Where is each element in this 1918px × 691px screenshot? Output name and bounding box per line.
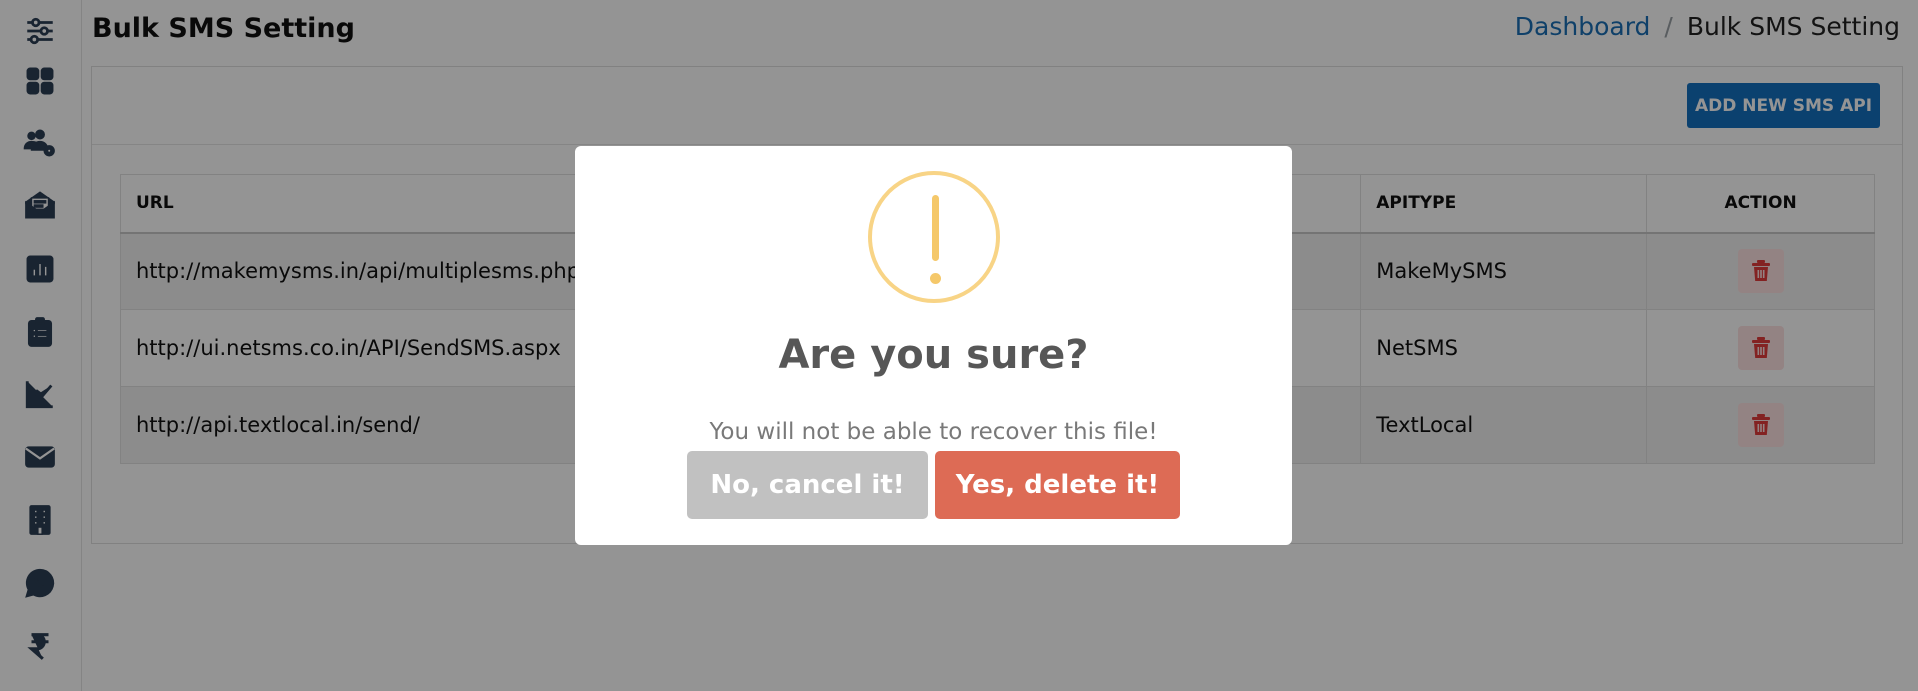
warning-icon-dot	[930, 273, 941, 284]
warning-icon	[868, 171, 1000, 303]
dialog-message: You will not be able to recover this fil…	[709, 419, 1158, 445]
confirm-dialog: Are you sure? You will not be able to re…	[575, 146, 1292, 545]
confirm-delete-button[interactable]: Yes, delete it!	[935, 451, 1180, 519]
cancel-button[interactable]: No, cancel it!	[687, 451, 928, 519]
warning-icon-bar	[932, 195, 939, 261]
dialog-buttons: No, cancel it! Yes, delete it!	[687, 451, 1180, 519]
dialog-title: Are you sure?	[778, 332, 1089, 378]
